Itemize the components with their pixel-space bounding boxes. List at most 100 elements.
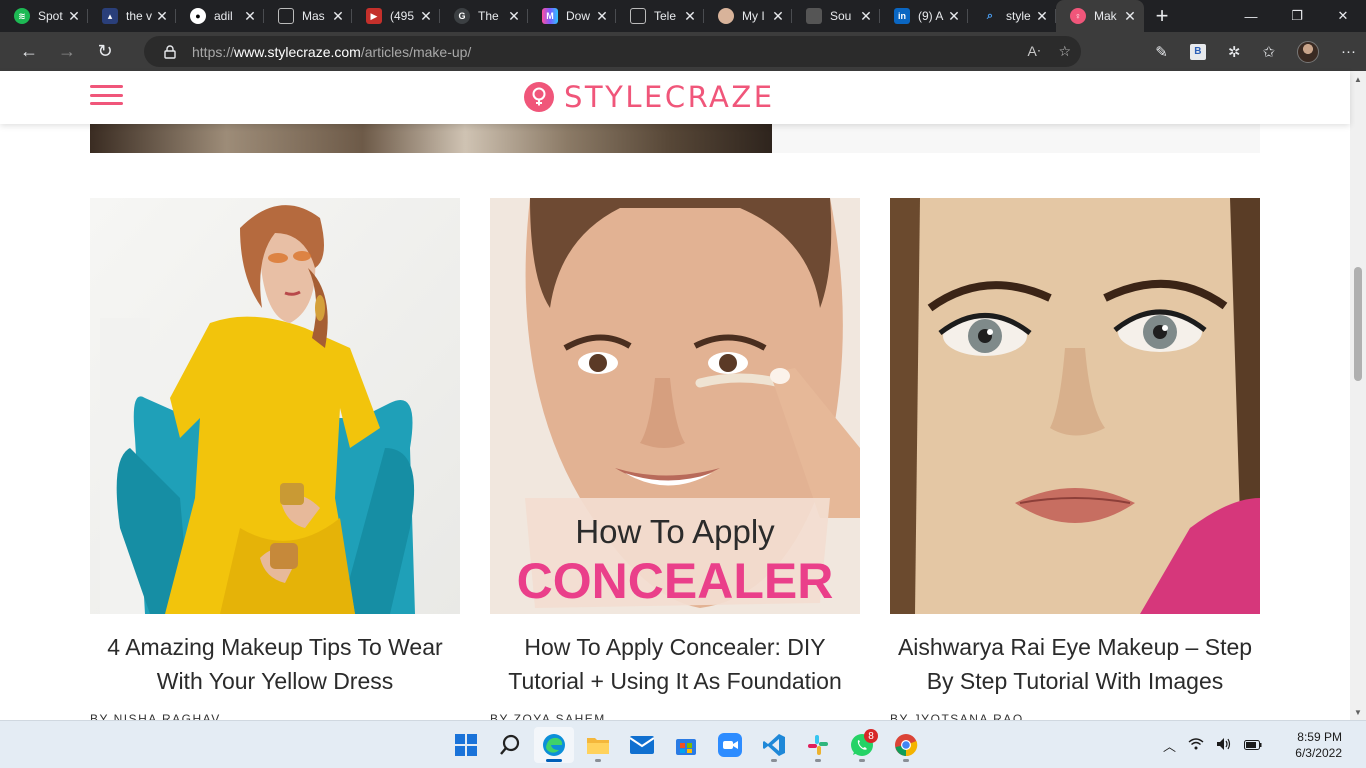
browser-tab[interactable]: Sou ✕: [792, 0, 880, 32]
extensions-puzzle-icon[interactable]: ✲: [1228, 43, 1241, 61]
favorites-icon[interactable]: ✩: [1262, 43, 1275, 61]
read-aloud-icon[interactable]: A͏ᐧ: [1028, 43, 1041, 60]
extension-b-icon[interactable]: B: [1189, 43, 1206, 60]
url-prefix: https://: [192, 43, 235, 60]
tab-title: Dow: [566, 9, 591, 23]
whatsapp-icon[interactable]: 8: [842, 727, 882, 763]
close-tab-icon[interactable]: ✕: [156, 9, 168, 23]
close-tab-icon[interactable]: ✕: [1124, 9, 1136, 23]
close-tab-icon[interactable]: ✕: [68, 9, 80, 23]
browser-tab[interactable]: ● adil ✕: [176, 0, 264, 32]
url-host: www.stylecraze.com: [234, 43, 361, 60]
article-title[interactable]: Aishwarya Rai Eye Makeup – Step By Step …: [890, 630, 1260, 698]
start-icon[interactable]: [446, 727, 486, 763]
store-icon[interactable]: [666, 727, 706, 763]
vscode-icon[interactable]: [754, 727, 794, 763]
browser-tab[interactable]: Tele ✕: [616, 0, 704, 32]
zoom-icon[interactable]: [710, 727, 750, 763]
edge-browser-icon[interactable]: [534, 727, 574, 763]
logo-wordmark: STYLECRAZE: [564, 80, 775, 114]
forward-icon[interactable]: →: [48, 36, 86, 68]
refresh-icon[interactable]: ↻: [86, 36, 124, 68]
image-caption-line1: How To Apply: [575, 513, 775, 550]
close-tab-icon[interactable]: ✕: [244, 9, 256, 23]
article-byline[interactable]: BY JYOTSANA RAO: [890, 712, 1024, 720]
more-menu-icon[interactable]: ···: [1341, 43, 1356, 60]
omnibox-actions: A͏ᐧ ☆: [1028, 36, 1071, 67]
close-tab-icon[interactable]: ✕: [860, 9, 872, 23]
close-tab-icon[interactable]: ✕: [508, 9, 520, 23]
github-icon: ●: [190, 8, 206, 24]
article-byline[interactable]: BY NISHA RAGHAV: [90, 712, 221, 720]
notification-badge: 8: [864, 729, 878, 743]
browser-tab[interactable]: Mas ✕: [264, 0, 352, 32]
extension-pen-icon[interactable]: ✎: [1155, 43, 1168, 61]
browser-tab[interactable]: M Dow ✕: [528, 0, 616, 32]
browser-tab[interactable]: in (9) A ✕: [880, 0, 968, 32]
g-icon: G: [454, 8, 470, 24]
url-text[interactable]: https://www.stylecraze.com/articles/make…: [192, 44, 471, 60]
scroll-down-icon[interactable]: ▼: [1350, 704, 1366, 720]
article-title[interactable]: How To Apply Concealer: DIY Tutorial + U…: [490, 630, 860, 698]
chrome-icon[interactable]: [886, 727, 926, 763]
back-icon[interactable]: ←: [10, 36, 48, 68]
browser-tab[interactable]: ≋ Spot ✕: [0, 0, 88, 32]
close-tab-icon[interactable]: ✕: [1036, 9, 1048, 23]
profile-avatar[interactable]: [1297, 40, 1319, 63]
article-image-eye-makeup[interactable]: [890, 198, 1260, 614]
browser-tab[interactable]: My I ✕: [704, 0, 792, 32]
article-byline[interactable]: BY ZOYA SAHEM: [490, 712, 606, 720]
linkedin-icon: in: [894, 8, 910, 24]
window-controls: — ❐ ✕: [1228, 0, 1366, 32]
article-image-yellow-dress[interactable]: [90, 198, 460, 614]
close-tab-icon[interactable]: ✕: [684, 9, 696, 23]
battery-icon[interactable]: [1244, 738, 1262, 753]
close-tab-icon[interactable]: ✕: [948, 9, 960, 23]
file-explorer-icon[interactable]: [578, 727, 618, 763]
site-icon: ▴: [102, 8, 118, 24]
slack-icon[interactable]: [798, 727, 838, 763]
browser-tab[interactable]: G The ✕: [440, 0, 528, 32]
taskbar-apps: 8: [446, 727, 926, 763]
tab-title: style: [1006, 9, 1031, 23]
article-image-concealer[interactable]: How To Apply CONCEALER: [490, 198, 860, 614]
clock-time: 8:59 PM: [1297, 730, 1342, 744]
clock-date: 6/3/2022: [1295, 746, 1342, 760]
image-caption-line2: CONCEALER: [517, 553, 834, 609]
close-tab-icon[interactable]: ✕: [596, 9, 608, 23]
article-title[interactable]: 4 Amazing Makeup Tips To Wear With Your …: [90, 630, 460, 698]
system-clock[interactable]: 8:59 PM 6/3/2022: [1295, 729, 1342, 761]
wifi-icon[interactable]: [1188, 737, 1204, 753]
browser-tab-active[interactable]: ♀ Mak ✕: [1056, 0, 1144, 32]
search-icon[interactable]: [490, 727, 530, 763]
browser-tab[interactable]: ⌕ style ✕: [968, 0, 1056, 32]
site-logo[interactable]: STYLECRAZE: [524, 77, 775, 117]
close-tab-icon[interactable]: ✕: [772, 9, 784, 23]
stylecraze-logo-icon: [524, 82, 554, 112]
close-tab-icon[interactable]: ✕: [420, 9, 432, 23]
address-bar[interactable]: https://www.stylecraze.com/articles/make…: [144, 36, 1081, 67]
article-card[interactable]: 4 Amazing Makeup Tips To Wear With Your …: [90, 198, 460, 720]
add-favorite-icon[interactable]: ☆: [1058, 43, 1071, 60]
restore-icon[interactable]: ❐: [1274, 0, 1320, 32]
lock-icon[interactable]: [164, 44, 178, 59]
scrollbar-thumb[interactable]: [1354, 267, 1362, 381]
mail-icon[interactable]: [622, 727, 662, 763]
close-tab-icon[interactable]: ✕: [332, 9, 344, 23]
hamburger-menu-icon[interactable]: [90, 85, 123, 105]
minimize-icon[interactable]: —: [1228, 0, 1274, 32]
close-window-icon[interactable]: ✕: [1320, 0, 1366, 32]
toolbar-actions: ✎ B ✲ ✩ ···: [1155, 32, 1356, 71]
browser-tab[interactable]: ▶ (495 ✕: [352, 0, 440, 32]
new-tab-button[interactable]: +: [1144, 0, 1180, 32]
browser-tab[interactable]: ▴ the v ✕: [88, 0, 176, 32]
chevron-up-icon[interactable]: ︿: [1163, 736, 1176, 755]
article-card[interactable]: How To Apply CONCEALER How To Apply Conc…: [490, 198, 860, 720]
scroll-up-icon[interactable]: ▲: [1350, 71, 1366, 87]
previous-article-image[interactable]: [90, 124, 772, 153]
article-card[interactable]: Aishwarya Rai Eye Makeup – Step By Step …: [890, 198, 1260, 720]
volume-icon[interactable]: [1216, 737, 1232, 754]
site-header: STYLECRAZE: [0, 71, 1350, 124]
avatar-icon: [718, 8, 734, 24]
page-scrollbar[interactable]: ▲ ▼: [1350, 71, 1366, 720]
